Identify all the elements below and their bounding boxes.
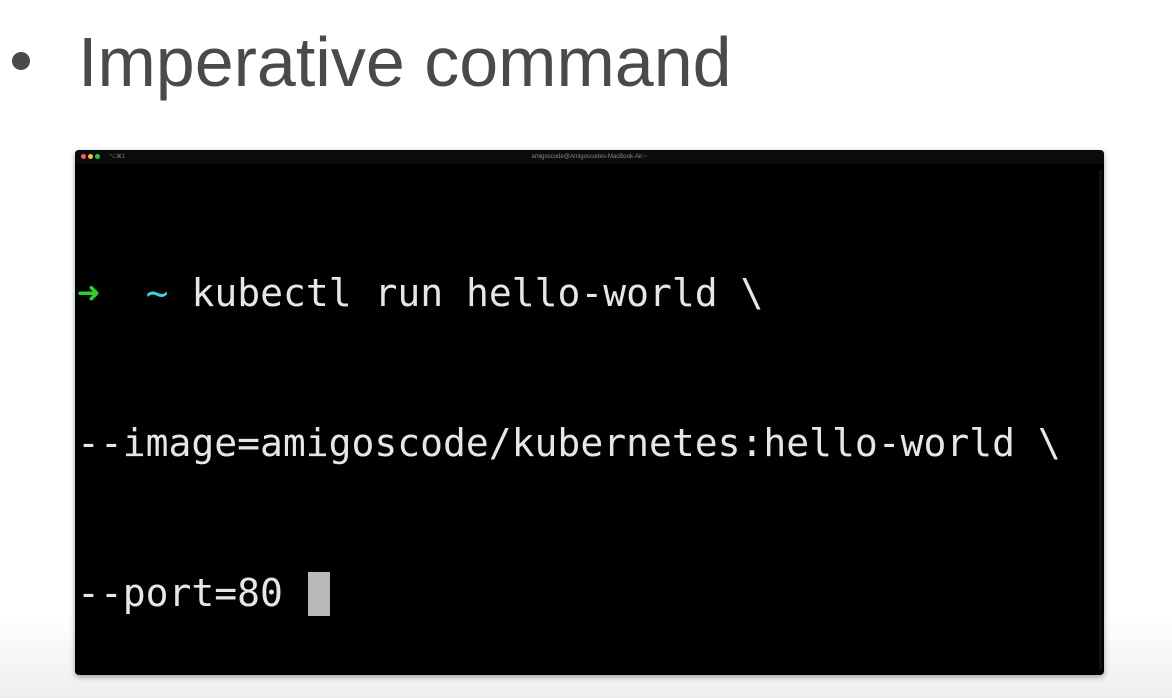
bullet-point bbox=[12, 52, 30, 70]
terminal-line: --image=amigoscode/kubernetes:hello-worl… bbox=[77, 418, 1094, 468]
terminal-line: ➜ ~ kubectl run hello-world \ bbox=[77, 268, 1094, 318]
prompt-arrow-icon: ➜ bbox=[77, 271, 100, 315]
command-line-3: --port=80 bbox=[77, 571, 306, 615]
prompt-directory: ~ bbox=[145, 271, 169, 315]
text-cursor bbox=[307, 572, 330, 616]
slide-title: Imperative command bbox=[78, 23, 732, 101]
command-line-1: kubectl run hello-world \ bbox=[191, 271, 764, 315]
command-line-2: --image=amigoscode/kubernetes:hello-worl… bbox=[77, 421, 1061, 465]
terminal-titlebar[interactable]: ⌥⌘1 amigoscode@Amigoscodes-MacBook-Air:~ bbox=[75, 150, 1104, 164]
terminal-window-title: amigoscode@Amigoscodes-MacBook-Air:~ bbox=[531, 154, 648, 160]
terminal-scrollbar[interactable] bbox=[1099, 170, 1102, 670]
terminal-line: --port=80 bbox=[77, 568, 1094, 618]
terminal-output[interactable]: ➜ ~ kubectl run hello-world \ --image=am… bbox=[77, 168, 1094, 675]
terminal-window[interactable]: ⌥⌘1 amigoscode@Amigoscodes-MacBook-Air:~… bbox=[75, 150, 1104, 675]
